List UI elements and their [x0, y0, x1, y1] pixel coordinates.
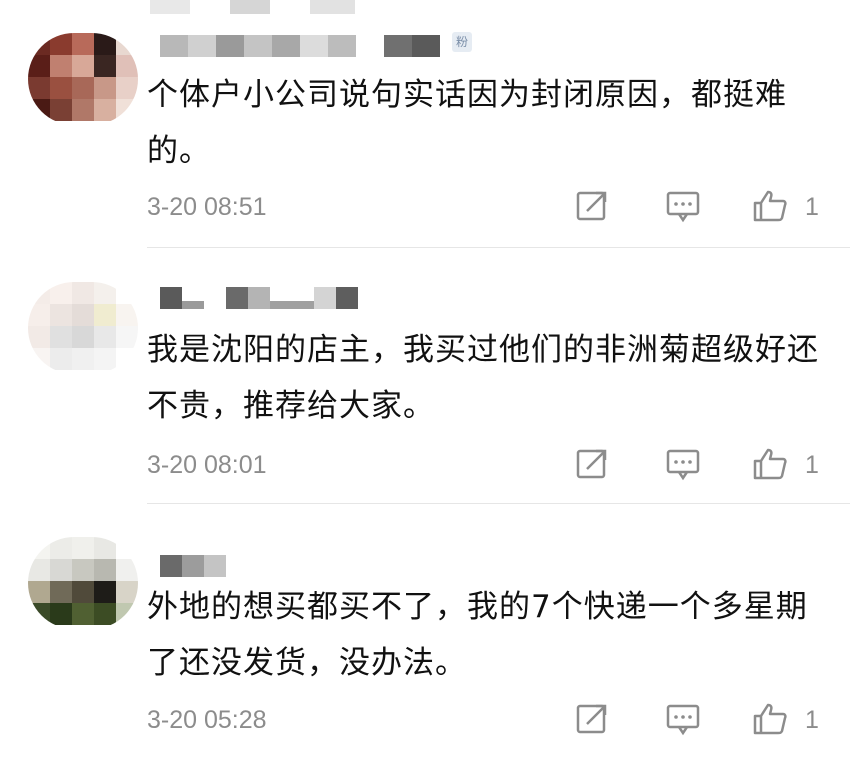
- comment-footer: 3-20 08:51 1: [147, 187, 837, 227]
- comment-item: 外地的想买都买不了，我的7个快递一个多星期了还没发货，没办法。 3-20 05:…: [0, 535, 850, 775]
- share-icon[interactable]: [575, 447, 615, 483]
- thumbs-up-icon[interactable]: [752, 447, 792, 483]
- username-pixelated[interactable]: [160, 555, 240, 577]
- comment-item: 我是沈阳的店主，我买过他们的非洲菊超级好还不贵，推荐给大家。 3-20 08:0…: [0, 280, 850, 502]
- comment-icon[interactable]: [665, 702, 705, 738]
- previous-comment-remnant: [0, 0, 850, 22]
- fan-badge: 粉: [452, 32, 472, 52]
- comment-time: 3-20 05:28: [147, 706, 267, 734]
- avatar[interactable]: [28, 537, 138, 629]
- divider: [147, 247, 850, 248]
- avatar[interactable]: [28, 282, 138, 374]
- comment-icon[interactable]: [665, 189, 705, 225]
- like-count: 1: [805, 193, 819, 221]
- comment-footer: 3-20 08:01 1: [147, 445, 837, 485]
- username-pixelated[interactable]: [160, 35, 460, 57]
- comment-text: 个体户小公司说句实话因为封闭原因，都挺难的。: [147, 77, 787, 169]
- comment-item: 粉 个体户小公司说句实话因为封闭原因，都挺难的。 3-20 08:51 1: [0, 25, 850, 247]
- comment-text: 外地的想买都买不了，我的7个快递一个多星期了还没发货，没办法。: [147, 589, 808, 681]
- like-count: 1: [805, 451, 819, 479]
- like-count: 1: [805, 706, 819, 734]
- comment-time: 3-20 08:51: [147, 193, 267, 221]
- share-icon[interactable]: [575, 189, 615, 225]
- comment-time: 3-20 08:01: [147, 451, 267, 479]
- comment-icon[interactable]: [665, 447, 705, 483]
- comment-footer: 3-20 05:28 1: [147, 700, 837, 740]
- comment-text: 我是沈阳的店主，我买过他们的非洲菊超级好还不贵，推荐给大家。: [147, 332, 819, 424]
- avatar[interactable]: [28, 33, 138, 125]
- share-icon[interactable]: [575, 702, 615, 738]
- username-pixelated[interactable]: [160, 287, 380, 309]
- thumbs-up-icon[interactable]: [752, 702, 792, 738]
- thumbs-up-icon[interactable]: [752, 189, 792, 225]
- divider: [147, 503, 850, 504]
